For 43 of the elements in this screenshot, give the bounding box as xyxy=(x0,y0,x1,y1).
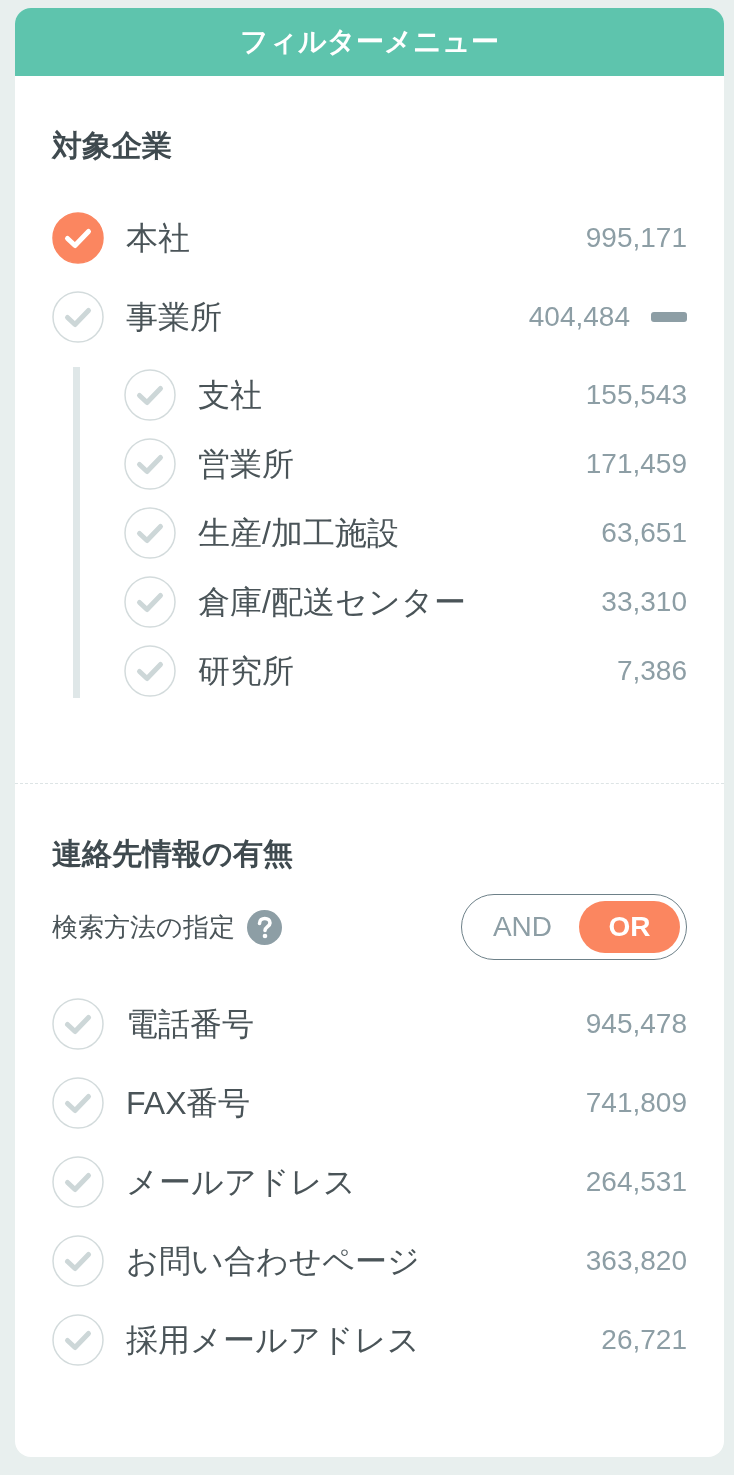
option-label: 倉庫/配送センター xyxy=(198,582,466,622)
option-label: 生産/加工施設 xyxy=(198,513,399,553)
panel-title: フィルターメニュー xyxy=(240,25,499,59)
result-count: 363,820 xyxy=(585,1243,687,1278)
checkbox[interactable] xyxy=(52,211,104,264)
checkbox[interactable] xyxy=(52,1313,104,1366)
result-count: 995,171 xyxy=(585,220,687,255)
help-icon[interactable] xyxy=(247,909,282,945)
result-count: 63,651 xyxy=(601,515,687,550)
checkbox[interactable] xyxy=(52,1155,104,1208)
checkbox[interactable] xyxy=(52,1076,104,1129)
result-count: 404,484 xyxy=(528,299,630,334)
section-title: 対象企業 xyxy=(52,128,173,164)
checkbox[interactable] xyxy=(52,290,104,343)
section-title: 連絡先情報の有無 xyxy=(52,836,294,872)
checkbox[interactable] xyxy=(52,997,104,1050)
checkbox[interactable] xyxy=(124,506,176,559)
result-count: 741,809 xyxy=(585,1085,687,1120)
checkbox[interactable] xyxy=(124,368,176,421)
checkbox[interactable] xyxy=(52,1234,104,1287)
checkbox[interactable] xyxy=(124,644,176,697)
option-label: メールアドレス xyxy=(126,1162,356,1202)
result-count: 264,531 xyxy=(585,1164,687,1199)
result-count: 26,721 xyxy=(601,1322,687,1357)
result-count: 155,543 xyxy=(585,377,687,412)
search-method-label: 検索方法の指定 xyxy=(52,911,235,944)
option-label: 事業所 xyxy=(126,297,222,337)
toggle-option[interactable]: OR xyxy=(579,901,680,953)
option-label: FAX番号 xyxy=(126,1083,251,1123)
option-label: 電話番号 xyxy=(126,1004,254,1044)
result-count: 7,386 xyxy=(616,653,687,688)
option-label: 研究所 xyxy=(198,651,294,691)
option-label: 採用メールアドレス xyxy=(126,1320,420,1360)
checkbox[interactable] xyxy=(124,437,176,490)
result-count: 945,478 xyxy=(585,1006,687,1041)
result-count: 33,310 xyxy=(601,584,687,619)
result-count: 171,459 xyxy=(585,446,687,481)
collapse-icon[interactable] xyxy=(651,311,687,322)
option-label: 本社 xyxy=(126,218,190,258)
option-label: お問い合わせページ xyxy=(126,1241,420,1281)
option-label: 支社 xyxy=(198,375,262,415)
option-label: 営業所 xyxy=(198,444,294,484)
checkbox[interactable] xyxy=(124,575,176,628)
